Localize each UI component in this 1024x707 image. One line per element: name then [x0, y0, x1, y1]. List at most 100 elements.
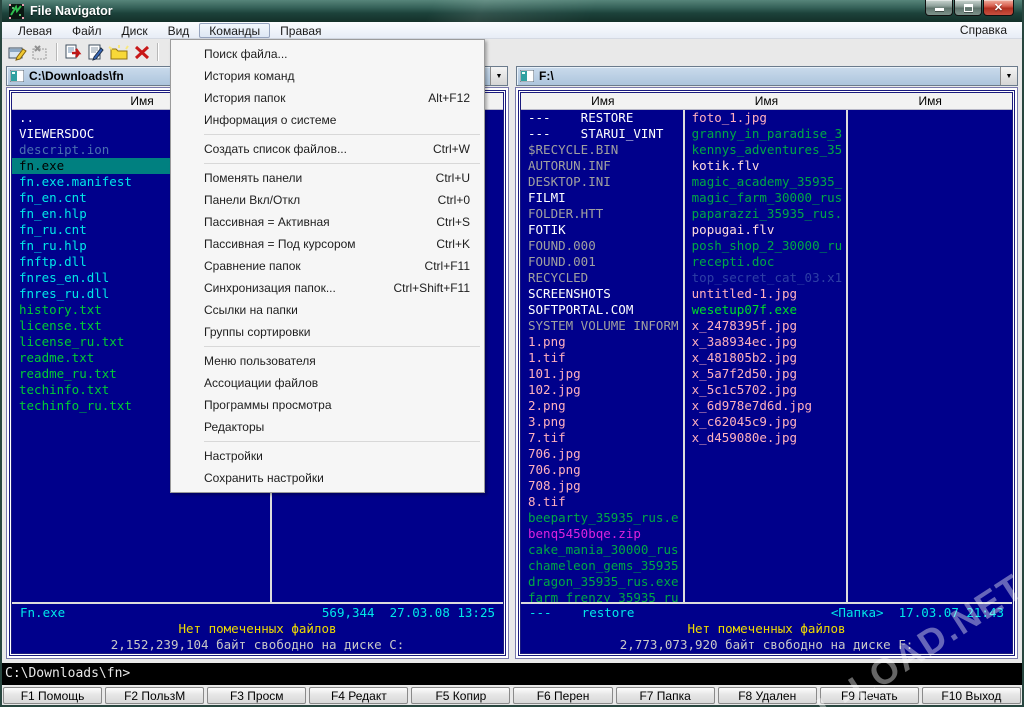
file-item[interactable]: kennys_adventures_35 [685, 142, 847, 158]
menu-item[interactable]: Информация о системе [171, 109, 484, 131]
new-folder-icon[interactable] [107, 42, 130, 63]
file-item[interactable]: benq5450bqe.zip [521, 526, 683, 542]
menu-item[interactable]: Поменять панели Ctrl+U [171, 167, 484, 189]
file-item[interactable]: 2.png [521, 398, 683, 414]
menu-item[interactable]: Синхронизация папок... Ctrl+Shift+F11 [171, 277, 484, 299]
menu-item[interactable]: Создать список файлов... Ctrl+W [171, 138, 484, 160]
file-item[interactable]: 1.tif [521, 350, 683, 366]
file-item[interactable]: 102.jpg [521, 382, 683, 398]
file-item[interactable]: chameleon_gems_35935 [521, 558, 683, 574]
menu-item[interactable]: История команд [171, 65, 484, 87]
file-item[interactable]: SYSTEM VOLUME INFORM [521, 318, 683, 334]
file-item[interactable]: FOLDER.HTT [521, 206, 683, 222]
edit-file-icon[interactable] [84, 42, 107, 63]
file-item[interactable]: --- STARUI_VINT [521, 126, 683, 142]
fkey-button[interactable]: F1 Помощь [3, 687, 102, 704]
file-item[interactable]: kotik.flv [685, 158, 847, 174]
column-header-name[interactable]: Имя [521, 94, 685, 108]
menu-item[interactable]: Группы сортировки [171, 321, 484, 343]
file-item[interactable]: FOUND.001 [521, 254, 683, 270]
fkey-button[interactable]: F2 ПользМ [105, 687, 204, 704]
file-item[interactable]: magic_academy_35935_ [685, 174, 847, 190]
menu-commands[interactable]: Команды [199, 23, 270, 38]
file-item[interactable]: magic_farm_30000_rus [685, 190, 847, 206]
menu-item[interactable]: Программы просмотра [171, 394, 484, 416]
delete-file-icon[interactable] [130, 42, 153, 63]
file-item[interactable]: 708.jpg [521, 478, 683, 494]
menu-item[interactable]: Пассивная = Активная Ctrl+S [171, 211, 484, 233]
file-item[interactable]: 706.jpg [521, 446, 683, 462]
menu-right[interactable]: Правая [270, 23, 331, 38]
menu-help[interactable]: Справка [951, 23, 1016, 37]
menu-item[interactable]: Сравнение папок Ctrl+F11 [171, 255, 484, 277]
file-item[interactable]: wesetup07f.exe [685, 302, 847, 318]
fkey-button[interactable]: F5 Копир [411, 687, 510, 704]
menu-item[interactable]: Меню пользователя [171, 350, 484, 372]
menu-view[interactable]: Вид [158, 23, 200, 38]
file-item[interactable]: x_3a8934ec.jpg [685, 334, 847, 350]
fkey-button[interactable]: F10 Выход [922, 687, 1021, 704]
menu-item[interactable]: История папок Alt+F12 [171, 87, 484, 109]
file-item[interactable]: popugai.flv [685, 222, 847, 238]
file-item[interactable]: DESKTOP.INI [521, 174, 683, 190]
file-item[interactable]: x_481805b2.jpg [685, 350, 847, 366]
remove-panel-icon[interactable] [29, 42, 52, 63]
menu-item[interactable]: Пассивная = Под курсором Ctrl+K [171, 233, 484, 255]
file-item[interactable]: recepti.doc [685, 254, 847, 270]
file-item[interactable]: x_6d978e7d6d.jpg [685, 398, 847, 414]
menu-item[interactable]: Поиск файла... [171, 43, 484, 65]
menu-disk[interactable]: Диск [111, 23, 157, 38]
right-path-bar[interactable]: F:\ ▼ [516, 66, 1018, 86]
menu-item[interactable]: Сохранить настройки [171, 467, 484, 489]
maximize-button[interactable] [954, 0, 982, 16]
file-item[interactable]: untitled-1.jpg [685, 286, 847, 302]
file-item[interactable]: foto_1.jpg [685, 110, 847, 126]
menu-file[interactable]: Файл [62, 23, 112, 38]
file-item[interactable]: FILMI [521, 190, 683, 206]
menu-item[interactable] [171, 160, 484, 167]
file-item[interactable]: RECYCLED [521, 270, 683, 286]
menu-item[interactable] [171, 131, 484, 138]
file-item[interactable]: 3.png [521, 414, 683, 430]
minimize-button[interactable] [925, 0, 953, 16]
file-item[interactable]: AUTORUN.INF [521, 158, 683, 174]
column-header-name[interactable]: Имя [685, 94, 849, 108]
fkey-button[interactable]: F4 Редакт [309, 687, 408, 704]
file-item[interactable]: 1.png [521, 334, 683, 350]
file-item[interactable]: dragon_35935_rus.exe [521, 574, 683, 590]
menu-item[interactable]: Настройки [171, 445, 484, 467]
file-item[interactable]: paparazzi_35935_rus. [685, 206, 847, 222]
menu-item[interactable]: Панели Вкл/Откл Ctrl+0 [171, 189, 484, 211]
file-item[interactable]: x_2478395f.jpg [685, 318, 847, 334]
file-item[interactable]: farm_frenzy_35935_ru [521, 590, 683, 602]
file-item[interactable]: x_5c1c5702.jpg [685, 382, 847, 398]
file-item[interactable]: 706.png [521, 462, 683, 478]
new-panel-icon[interactable] [6, 42, 29, 63]
file-item[interactable]: cake_mania_30000_rus [521, 542, 683, 558]
menu-item[interactable]: Редакторы [171, 416, 484, 438]
fkey-button[interactable]: F9 Печать [820, 687, 919, 704]
menu-item[interactable] [171, 438, 484, 445]
menu-item[interactable] [171, 343, 484, 350]
file-item[interactable]: SOFTPORTAL.COM [521, 302, 683, 318]
file-item[interactable]: x_c62045c9.jpg [685, 414, 847, 430]
column-header-name[interactable]: Имя [848, 94, 1012, 108]
file-item[interactable]: SCREENSHOTS [521, 286, 683, 302]
file-item[interactable]: posh_shop_2_30000_ru [685, 238, 847, 254]
left-drive-dropdown-arrow-icon[interactable]: ▼ [490, 67, 507, 85]
fkey-button[interactable]: F7 Папка [616, 687, 715, 704]
file-item[interactable]: FOUND.000 [521, 238, 683, 254]
file-item[interactable]: FOTIK [521, 222, 683, 238]
file-item[interactable]: 7.tif [521, 430, 683, 446]
file-item[interactable]: x_d459080e.jpg [685, 430, 847, 446]
fkey-button[interactable]: F8 Удален [718, 687, 817, 704]
close-button[interactable]: ✕ [983, 0, 1014, 16]
menu-item[interactable]: Ассоциации файлов [171, 372, 484, 394]
file-item[interactable]: x_5a7f2d50.jpg [685, 366, 847, 382]
file-item[interactable]: granny_in_paradise_3 [685, 126, 847, 142]
copy-file-icon[interactable] [61, 42, 84, 63]
file-item[interactable]: 101.jpg [521, 366, 683, 382]
command-line-input[interactable]: C:\Downloads\fn> [2, 663, 1022, 685]
fkey-button[interactable]: F3 Просм [207, 687, 306, 704]
file-item[interactable]: $RECYCLE.BIN [521, 142, 683, 158]
